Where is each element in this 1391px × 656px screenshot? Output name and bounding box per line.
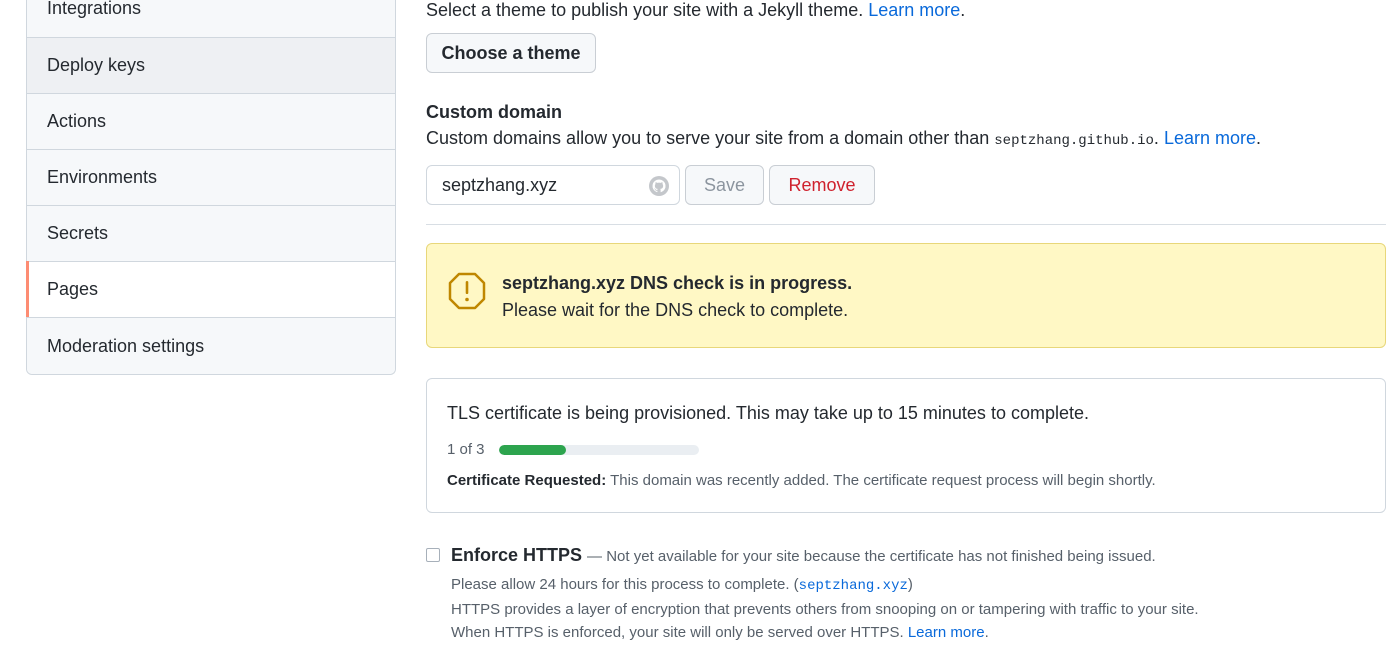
choose-theme-button[interactable]: Choose a theme — [426, 33, 596, 73]
custom-domain-description: Custom domains allow you to serve your s… — [426, 128, 1261, 149]
sidebar-item-environments[interactable]: Environments — [27, 149, 395, 205]
section-divider — [426, 224, 1386, 225]
custom-domain-learn-more-link[interactable]: Learn more — [1164, 128, 1256, 148]
custom-domain-heading: Custom domain — [426, 102, 563, 122]
https-line-1-suffix: ) — [907, 576, 913, 593]
https-line-1-prefix: Please allow 24 hours for this process t… — [451, 576, 799, 593]
custom-domain-desc-prefix: Custom domains allow you to serve your s… — [426, 128, 990, 148]
tls-step-count: 1 of 3 — [447, 441, 485, 458]
tls-title: TLS certificate is being provisioned. Th… — [447, 403, 1089, 423]
enforce-https-note: — Not yet available for your site becaus… — [587, 548, 1156, 565]
enforce-https-title-line: Enforce HTTPS — Not yet available for yo… — [451, 545, 1156, 566]
tls-status-line: Certificate Requested: This domain was r… — [447, 472, 1156, 489]
theme-intro-text: Select a theme to publish your site with… — [426, 0, 864, 20]
sidebar-item-pages[interactable]: Pages — [26, 261, 395, 317]
enforce-https-checkbox[interactable] — [426, 548, 440, 562]
https-line-2: HTTPS provides a layer of encryption tha… — [451, 601, 1199, 618]
remove-button[interactable]: Remove — [769, 165, 875, 205]
enforce-https-title: Enforce HTTPS — [451, 545, 583, 565]
enforce-https-description: Please allow 24 hours for this process t… — [451, 573, 1199, 644]
dns-flash-title: septzhang.xyz DNS check is in progress. — [502, 273, 853, 293]
dns-flash-body: Please wait for the DNS check to complet… — [502, 300, 849, 320]
sidebar-item-integrations[interactable]: Integrations — [27, 0, 395, 37]
theme-learn-more-link[interactable]: Learn more — [868, 0, 960, 20]
tls-progress-bar — [499, 445, 699, 455]
alert-icon — [447, 271, 487, 316]
sidebar-item-label: Integrations — [47, 0, 142, 18]
https-line-1: Please allow 24 hours for this process t… — [451, 573, 1199, 598]
sidebar-item-label: Moderation settings — [47, 335, 205, 356]
custom-domain-desc-dot: . — [1153, 128, 1159, 148]
sidebar-item-label: Deploy keys — [47, 55, 146, 75]
sidebar-item-moderation-settings[interactable]: Moderation settings — [27, 317, 395, 374]
dns-check-flash: septzhang.xyz DNS check is in progress. … — [426, 243, 1386, 348]
sidebar-item-secrets[interactable]: Secrets — [27, 205, 395, 261]
github-mark-icon — [649, 176, 669, 196]
custom-domain-desc-end: . — [1256, 128, 1262, 148]
https-line-3-prefix: When HTTPS is enforced, your site will o… — [451, 624, 904, 641]
tls-status-text: This domain was recently added. The cert… — [610, 472, 1156, 489]
save-button[interactable]: Save — [685, 165, 764, 205]
sidebar-item-label: Secrets — [47, 223, 109, 243]
theme-intro: Select a theme to publish your site with… — [426, 0, 965, 21]
default-domain-code: septzhang.github.io — [994, 133, 1154, 149]
sidebar-item-label: Environments — [47, 167, 158, 187]
tls-status-label: Certificate Requested: — [447, 472, 607, 489]
custom-domain-input[interactable]: septzhang.xyz — [426, 165, 680, 205]
https-line-3: When HTTPS is enforced, your site will o… — [451, 621, 1199, 644]
theme-intro-end: . — [960, 0, 966, 20]
https-learn-more-link[interactable]: Learn more — [908, 624, 985, 641]
settings-sidebar: Integrations Deploy keys Actions Environ… — [26, 0, 396, 375]
sidebar-item-label: Pages — [47, 279, 99, 299]
sidebar-item-actions[interactable]: Actions — [27, 93, 395, 149]
custom-domain-input-value: septzhang.xyz — [442, 174, 558, 195]
https-domain-code: septzhang.xyz — [798, 578, 908, 594]
https-line-3-end: . — [984, 624, 989, 641]
tls-progress-fill — [499, 445, 566, 455]
sidebar-item-label: Actions — [47, 111, 107, 131]
tls-certificate-box: TLS certificate is being provisioned. Th… — [426, 378, 1386, 513]
sidebar-item-deploy-keys[interactable]: Deploy keys — [27, 37, 395, 93]
